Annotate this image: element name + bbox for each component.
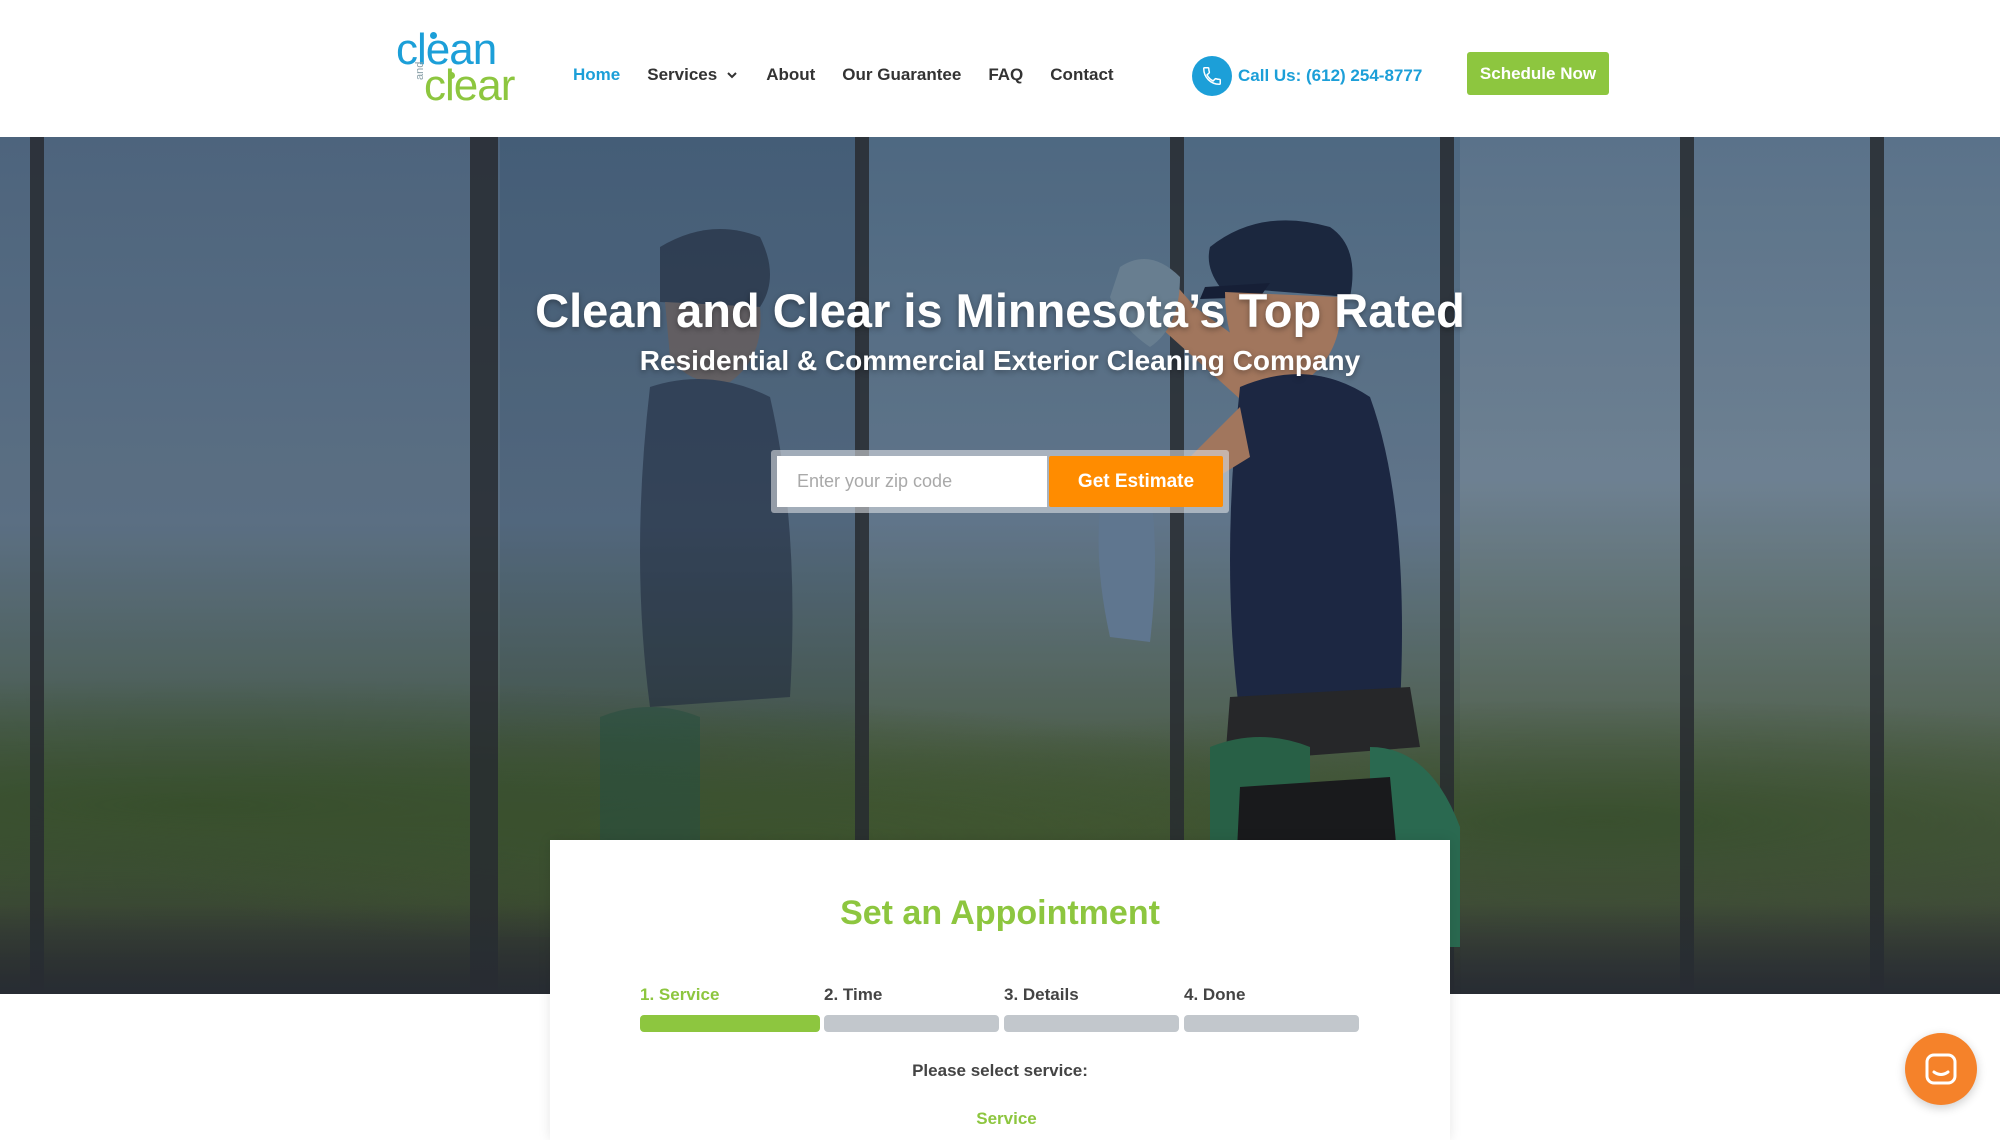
appointment-card: Set an Appointment 1. Service 2. Time 3.…	[550, 840, 1450, 1140]
chevron-down-icon	[727, 72, 737, 79]
step-progress-bar	[640, 1015, 820, 1032]
step-service[interactable]: 1. Service	[640, 985, 719, 1005]
chat-launcher-button[interactable]	[1905, 1033, 1977, 1105]
logo[interactable]: clean and clear	[396, 28, 520, 108]
nav-about-label: About	[766, 65, 816, 84]
nav-contact[interactable]: Contact	[1050, 65, 1113, 85]
step-progress-bar	[824, 1015, 999, 1032]
call-label: Call Us: (612) 254-8777	[1238, 66, 1423, 85]
nav-faq[interactable]: FAQ	[988, 65, 1023, 85]
zip-code-input[interactable]	[777, 456, 1047, 507]
select-service-prompt: Please select service:	[912, 1061, 1088, 1080]
nav-services[interactable]: Services	[647, 65, 739, 85]
nav-our-guarantee-label: Our Guarantee	[842, 65, 962, 84]
nav-contact-label: Contact	[1050, 65, 1114, 84]
appointment-title: Set an Appointment	[840, 894, 1160, 932]
logo-dot	[430, 32, 437, 39]
site-header: clean and clear Home Services About Our …	[0, 0, 2000, 137]
hero-subtitle: Residential & Commercial Exterior Cleani…	[639, 345, 1361, 376]
logo-dot	[448, 72, 455, 79]
hero-title: Clean and Clear is Minnesota’s Top Rated	[535, 284, 1465, 337]
get-estimate-button[interactable]: Get Estimate	[1049, 456, 1223, 507]
logo-word-clear: clear	[424, 61, 515, 110]
nav-services-label: Services	[647, 65, 718, 84]
step-details[interactable]: 3. Details	[1004, 985, 1079, 1005]
phone-icon	[1192, 56, 1232, 96]
nav-about[interactable]: About	[766, 65, 815, 85]
nav-home[interactable]: Home	[573, 65, 620, 85]
nav-faq-label: FAQ	[988, 65, 1024, 84]
nav-home-label: Home	[573, 65, 621, 84]
chat-icon	[1925, 1053, 1957, 1085]
service-option[interactable]: Service	[550, 1109, 1463, 1129]
main-nav: Home Services About Our Guarantee FAQ Co…	[573, 62, 1141, 88]
call-link[interactable]: Call Us: (612) 254-8777	[1192, 56, 1422, 96]
nav-our-guarantee[interactable]: Our Guarantee	[842, 65, 961, 85]
step-progress-bar	[1184, 1015, 1359, 1032]
step-done[interactable]: 4. Done	[1184, 985, 1245, 1005]
step-progress-bar	[1004, 1015, 1179, 1032]
schedule-now-button[interactable]: Schedule Now	[1467, 52, 1609, 95]
estimate-form: Get Estimate	[771, 450, 1229, 513]
step-time[interactable]: 2. Time	[824, 985, 882, 1005]
